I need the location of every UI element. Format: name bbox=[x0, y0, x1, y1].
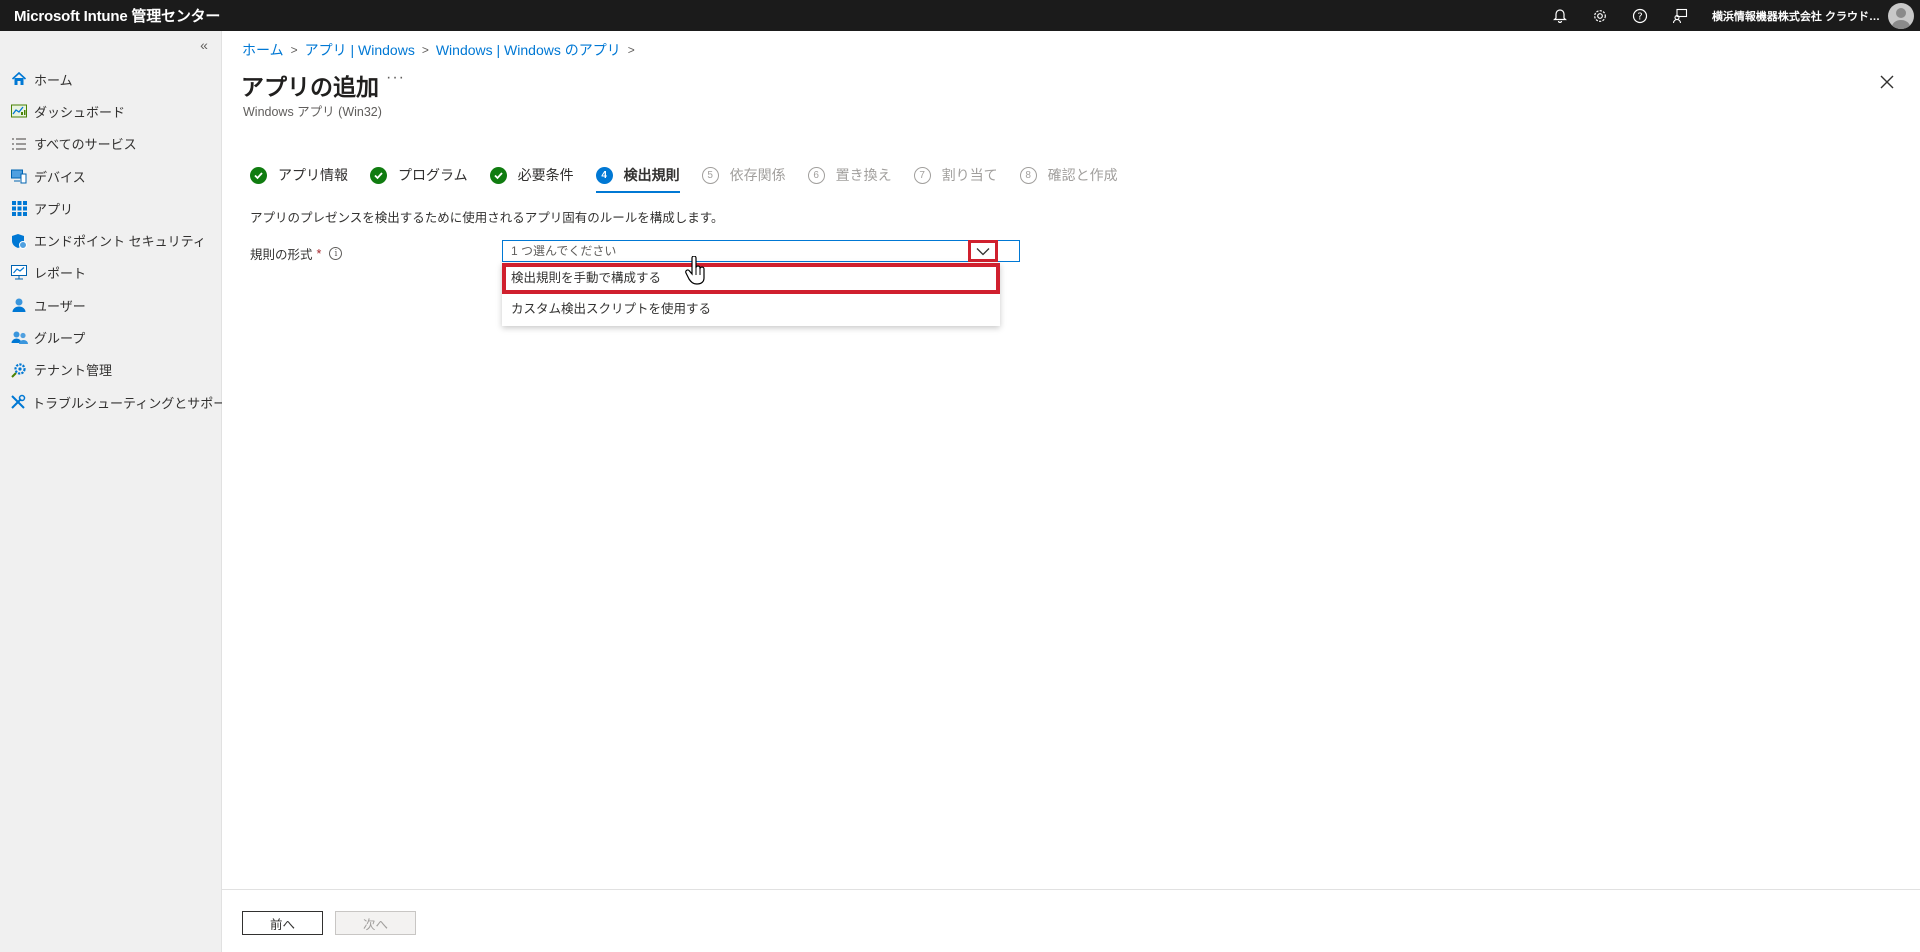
step-number: 5 bbox=[701, 166, 719, 184]
help-icon[interactable]: ? bbox=[1620, 0, 1660, 31]
sidebar-item-label: アプリ bbox=[34, 201, 74, 217]
checkmark-icon bbox=[370, 166, 387, 184]
step-label: プログラム bbox=[398, 167, 468, 183]
step-assignments[interactable]: 7 割り当て bbox=[913, 164, 998, 186]
sidebar-item-reports[interactable]: レポート bbox=[0, 257, 222, 289]
step-label: 依存関係 bbox=[729, 167, 786, 183]
chevron-right-icon: > bbox=[421, 43, 429, 57]
reports-icon bbox=[10, 264, 28, 282]
home-icon bbox=[10, 70, 28, 88]
sidebar-item-label: テナント管理 bbox=[34, 363, 113, 379]
info-icon[interactable]: i bbox=[329, 247, 343, 260]
more-options-button[interactable]: ··· bbox=[386, 69, 405, 87]
bell-icon[interactable] bbox=[1540, 0, 1580, 31]
avatar[interactable] bbox=[1888, 2, 1914, 29]
previous-button[interactable]: 前へ bbox=[242, 911, 323, 935]
sidebar-item-apps[interactable]: アプリ bbox=[0, 192, 222, 224]
sidebar-item-label: トラブルシューティングとサポート bbox=[32, 395, 240, 411]
step-label: 必要条件 bbox=[517, 167, 574, 183]
tenant-name[interactable]: 横浜情報機器株式会社 クラウド… bbox=[1712, 8, 1880, 24]
devices-icon bbox=[10, 167, 28, 185]
sidebar-item-label: ユーザー bbox=[34, 298, 86, 314]
sidebar-item-label: レポート bbox=[34, 266, 87, 282]
sidebar-item-troubleshooting[interactable]: トラブルシューティングとサポート bbox=[0, 386, 239, 418]
svg-text:?: ? bbox=[1637, 11, 1642, 22]
dashboard-icon bbox=[10, 102, 28, 120]
list-icon bbox=[10, 135, 28, 153]
step-dependencies[interactable]: 5 依存関係 bbox=[701, 164, 786, 186]
breadcrumb-windows-apps[interactable]: Windows | Windows のアプリ bbox=[436, 40, 621, 60]
next-button[interactable]: 次へ bbox=[335, 911, 416, 935]
page-title: アプリの追加 bbox=[241, 74, 379, 100]
step-app-info[interactable]: アプリ情報 bbox=[250, 164, 348, 186]
sidebar-item-label: グループ bbox=[34, 331, 86, 347]
sidebar-item-groups[interactable]: グループ bbox=[0, 321, 222, 353]
collapse-sidebar-button[interactable]: « bbox=[195, 37, 213, 53]
group-icon bbox=[10, 329, 28, 347]
sidebar: « ホーム ダッシュボード すべてのサービス デバイス アプリ エンドポイント … bbox=[0, 31, 239, 952]
checkmark-icon bbox=[250, 166, 267, 184]
app-title[interactable]: Microsoft Intune 管理センター bbox=[0, 5, 220, 26]
step-number: 4 bbox=[595, 166, 613, 184]
feedback-icon[interactable] bbox=[1660, 0, 1700, 31]
page-subtitle: Windows アプリ (Win32) bbox=[243, 105, 382, 119]
shield-icon bbox=[10, 232, 28, 250]
apps-grid-icon bbox=[10, 199, 28, 217]
user-icon bbox=[10, 296, 28, 314]
chevron-right-icon: > bbox=[290, 43, 298, 57]
sidebar-item-devices[interactable]: デバイス bbox=[0, 160, 222, 192]
rule-format-dropdown[interactable]: 1 つ選んでください bbox=[502, 240, 1020, 262]
sidebar-nav: ホーム ダッシュボード すべてのサービス デバイス アプリ エンドポイント セキ… bbox=[0, 63, 239, 418]
step-label: 確認と作成 bbox=[1047, 167, 1118, 183]
sidebar-item-users[interactable]: ユーザー bbox=[0, 289, 222, 321]
breadcrumb: ホーム > アプリ | Windows > Windows | Windows … bbox=[242, 40, 642, 60]
chevron-down-icon[interactable] bbox=[968, 240, 998, 262]
checkmark-icon bbox=[489, 166, 507, 184]
rule-format-label: 規則の形式 * i bbox=[250, 244, 343, 263]
step-supersedence[interactable]: 6 置き換え bbox=[807, 164, 892, 186]
sidebar-item-label: エンドポイント セキュリティ bbox=[34, 234, 206, 250]
top-bar-actions: ? 横浜情報機器株式会社 クラウド… bbox=[1540, 0, 1920, 31]
sidebar-item-home[interactable]: ホーム bbox=[0, 63, 222, 95]
sidebar-item-dashboard[interactable]: ダッシュボード bbox=[0, 95, 222, 127]
section-description: アプリのプレゼンスを検出するために使用されるアプリ固有のルールを構成します。 bbox=[250, 211, 724, 225]
breadcrumb-home[interactable]: ホーム bbox=[242, 40, 284, 60]
step-detection-rules[interactable]: 4 検出規則 bbox=[595, 164, 680, 193]
step-review-create[interactable]: 8 確認と作成 bbox=[1019, 164, 1118, 186]
wizard-steps: アプリ情報 プログラム 必要条件 4 検出規則 5 依存関係 6 置き換え 7 … bbox=[250, 164, 1140, 193]
tools-icon bbox=[10, 393, 26, 411]
step-label: 検出規則 bbox=[623, 167, 680, 183]
sidebar-item-label: デバイス bbox=[34, 169, 86, 185]
breadcrumb-apps-windows[interactable]: アプリ | Windows bbox=[305, 40, 415, 60]
close-icon[interactable] bbox=[1878, 73, 1896, 91]
sidebar-item-tenant-admin[interactable]: テナント管理 bbox=[0, 354, 222, 386]
gear-icon[interactable] bbox=[1580, 0, 1620, 31]
required-mark: * bbox=[316, 246, 322, 261]
sidebar-item-label: すべてのサービス bbox=[34, 137, 137, 153]
step-label: アプリ情報 bbox=[278, 167, 348, 183]
option-custom-script[interactable]: カスタム検出スクリプトを使用する bbox=[502, 294, 1000, 325]
tenant-gear-icon bbox=[10, 361, 28, 379]
step-number: 6 bbox=[807, 166, 825, 184]
main-content: ホーム > アプリ | Windows > Windows | Windows … bbox=[222, 31, 1920, 952]
top-bar: Microsoft Intune 管理センター ? 横浜情報機器株式会社 クラウ… bbox=[0, 0, 1920, 31]
option-manual-rules[interactable]: 検出規則を手動で構成する bbox=[502, 263, 1000, 294]
step-number: 7 bbox=[913, 166, 931, 184]
sidebar-item-label: ダッシュボード bbox=[34, 104, 126, 120]
dropdown-options: 検出規則を手動で構成する カスタム検出スクリプトを使用する bbox=[502, 263, 1000, 326]
step-number: 8 bbox=[1019, 166, 1037, 184]
step-program[interactable]: プログラム bbox=[370, 164, 468, 186]
hand-cursor-icon bbox=[684, 255, 708, 286]
chevron-right-icon: > bbox=[627, 43, 635, 57]
wizard-footer: 前へ 次へ bbox=[222, 889, 1920, 952]
sidebar-item-endpoint-security[interactable]: エンドポイント セキュリティ bbox=[0, 224, 222, 256]
sidebar-item-label: ホーム bbox=[34, 72, 73, 88]
step-label: 置き換え bbox=[835, 167, 892, 183]
step-requirements[interactable]: 必要条件 bbox=[489, 164, 574, 186]
sidebar-item-all-services[interactable]: すべてのサービス bbox=[0, 128, 222, 160]
rule-format-label-text: 規則の形式 bbox=[250, 248, 313, 262]
step-label: 割り当て bbox=[941, 167, 998, 183]
